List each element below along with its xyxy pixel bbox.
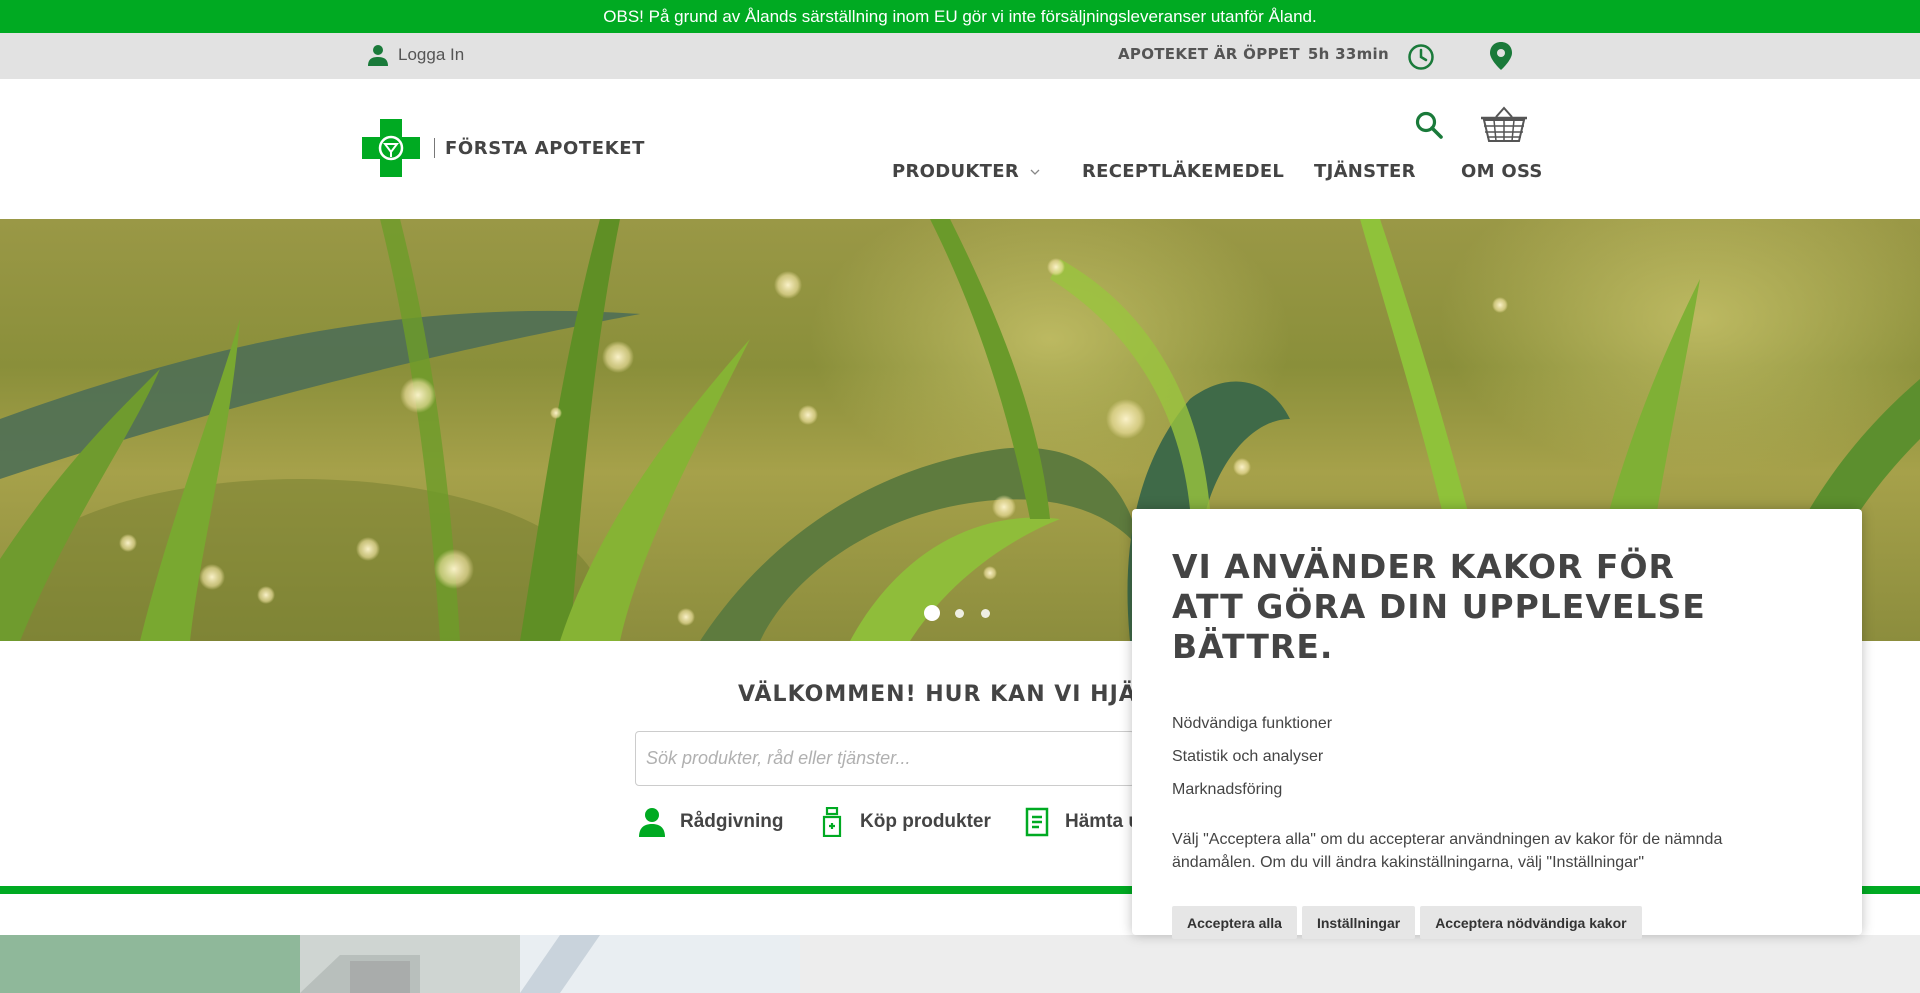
logo-text: FÖRSTA APOTEKET <box>445 137 646 159</box>
site-search-input[interactable] <box>635 731 1135 786</box>
quick-link-label: Köp produkter <box>860 811 991 832</box>
nav-produkter-label: PRODUKTER <box>892 161 1019 182</box>
search-icon[interactable] <box>1414 110 1444 140</box>
quick-link-label: Hämta u <box>1065 811 1140 832</box>
user-icon <box>368 45 388 66</box>
logo[interactable]: FÖRSTA APOTEKET <box>362 119 645 177</box>
top-bar: Logga In APOTEKET ÄR ÖPPET 5h 33min <box>0 33 1920 79</box>
store-photo <box>0 935 1920 993</box>
bottom-section-image <box>0 935 1920 993</box>
welcome-title: VÄLKOMMEN! HUR KAN VI HJÄLPA <box>738 682 1185 707</box>
nav-tjanster-label: TJÄNSTER <box>1314 161 1416 182</box>
clock-icon[interactable] <box>1407 43 1435 71</box>
slide-dot[interactable] <box>924 605 940 621</box>
cookie-category[interactable]: Statistik och analyser <box>1172 740 1822 773</box>
basket-icon[interactable] <box>1480 105 1528 143</box>
location-pin-icon[interactable] <box>1488 41 1514 71</box>
accept-necessary-button[interactable]: Acceptera nödvändiga kakor <box>1420 906 1642 939</box>
site-header: FÖRSTA APOTEKET PRODUKTER RECEPTLÄKEMEDE… <box>0 79 1920 219</box>
quick-link-label: Rådgivning <box>680 811 784 832</box>
cookie-category[interactable]: Nödvändiga funktioner <box>1172 707 1822 740</box>
login-link[interactable]: Logga In <box>366 43 464 67</box>
cookie-buttons: Acceptera alla Inställningar Acceptera n… <box>1172 906 1822 939</box>
person-icon <box>639 808 665 837</box>
chevron-down-icon <box>1030 169 1040 175</box>
cookie-category[interactable]: Marknadsföring <box>1172 773 1822 806</box>
medicine-bottle-icon <box>822 807 842 837</box>
nav-receptlakemedel[interactable]: RECEPTLÄKEMEDEL <box>1082 161 1284 182</box>
status-time: 5h 33min <box>1307 45 1389 63</box>
quick-link-radgivning[interactable]: Rådgivning <box>638 807 783 837</box>
nav-produkter[interactable]: PRODUKTER <box>892 161 1041 182</box>
logo-separator <box>434 138 435 158</box>
opening-status: APOTEKET ÄR ÖPPET 5h 33min <box>1118 45 1389 63</box>
cookie-categories: Nödvändiga funktioner Statistik och anal… <box>1172 707 1822 806</box>
prescription-icon <box>1025 807 1049 837</box>
cookie-title: VI ANVÄNDER KAKOR FÖR ATT GÖRA DIN UPPLE… <box>1172 547 1706 666</box>
notice-text: OBS! På grund av Ålands särställning ino… <box>603 7 1317 26</box>
status-label: APOTEKET ÄR ÖPPET <box>1118 45 1300 63</box>
notice-banner: OBS! På grund av Ålands särställning ino… <box>0 0 1920 33</box>
cookie-dialog: VI ANVÄNDER KAKOR FÖR ATT GÖRA DIN UPPLE… <box>1132 509 1862 939</box>
slide-dot[interactable] <box>955 609 964 618</box>
quick-link-kop-produkter[interactable]: Köp produkter <box>818 807 991 837</box>
pharmacy-cross-icon <box>362 119 420 177</box>
login-label: Logga In <box>398 45 465 64</box>
nav-om-oss[interactable]: OM OSS <box>1461 161 1543 182</box>
settings-button[interactable]: Inställningar <box>1301 906 1416 939</box>
nav-tjanster[interactable]: TJÄNSTER <box>1314 161 1416 182</box>
nav-receptlakemedel-label: RECEPTLÄKEMEDEL <box>1082 161 1285 182</box>
quick-link-hamta[interactable]: Hämta u <box>1023 807 1140 837</box>
nav-om-oss-label: OM OSS <box>1461 161 1543 182</box>
accept-all-button[interactable]: Acceptera alla <box>1172 906 1297 939</box>
cookie-description: Välj "Acceptera alla" om du accepterar a… <box>1172 831 1723 871</box>
slide-dot[interactable] <box>981 609 990 618</box>
